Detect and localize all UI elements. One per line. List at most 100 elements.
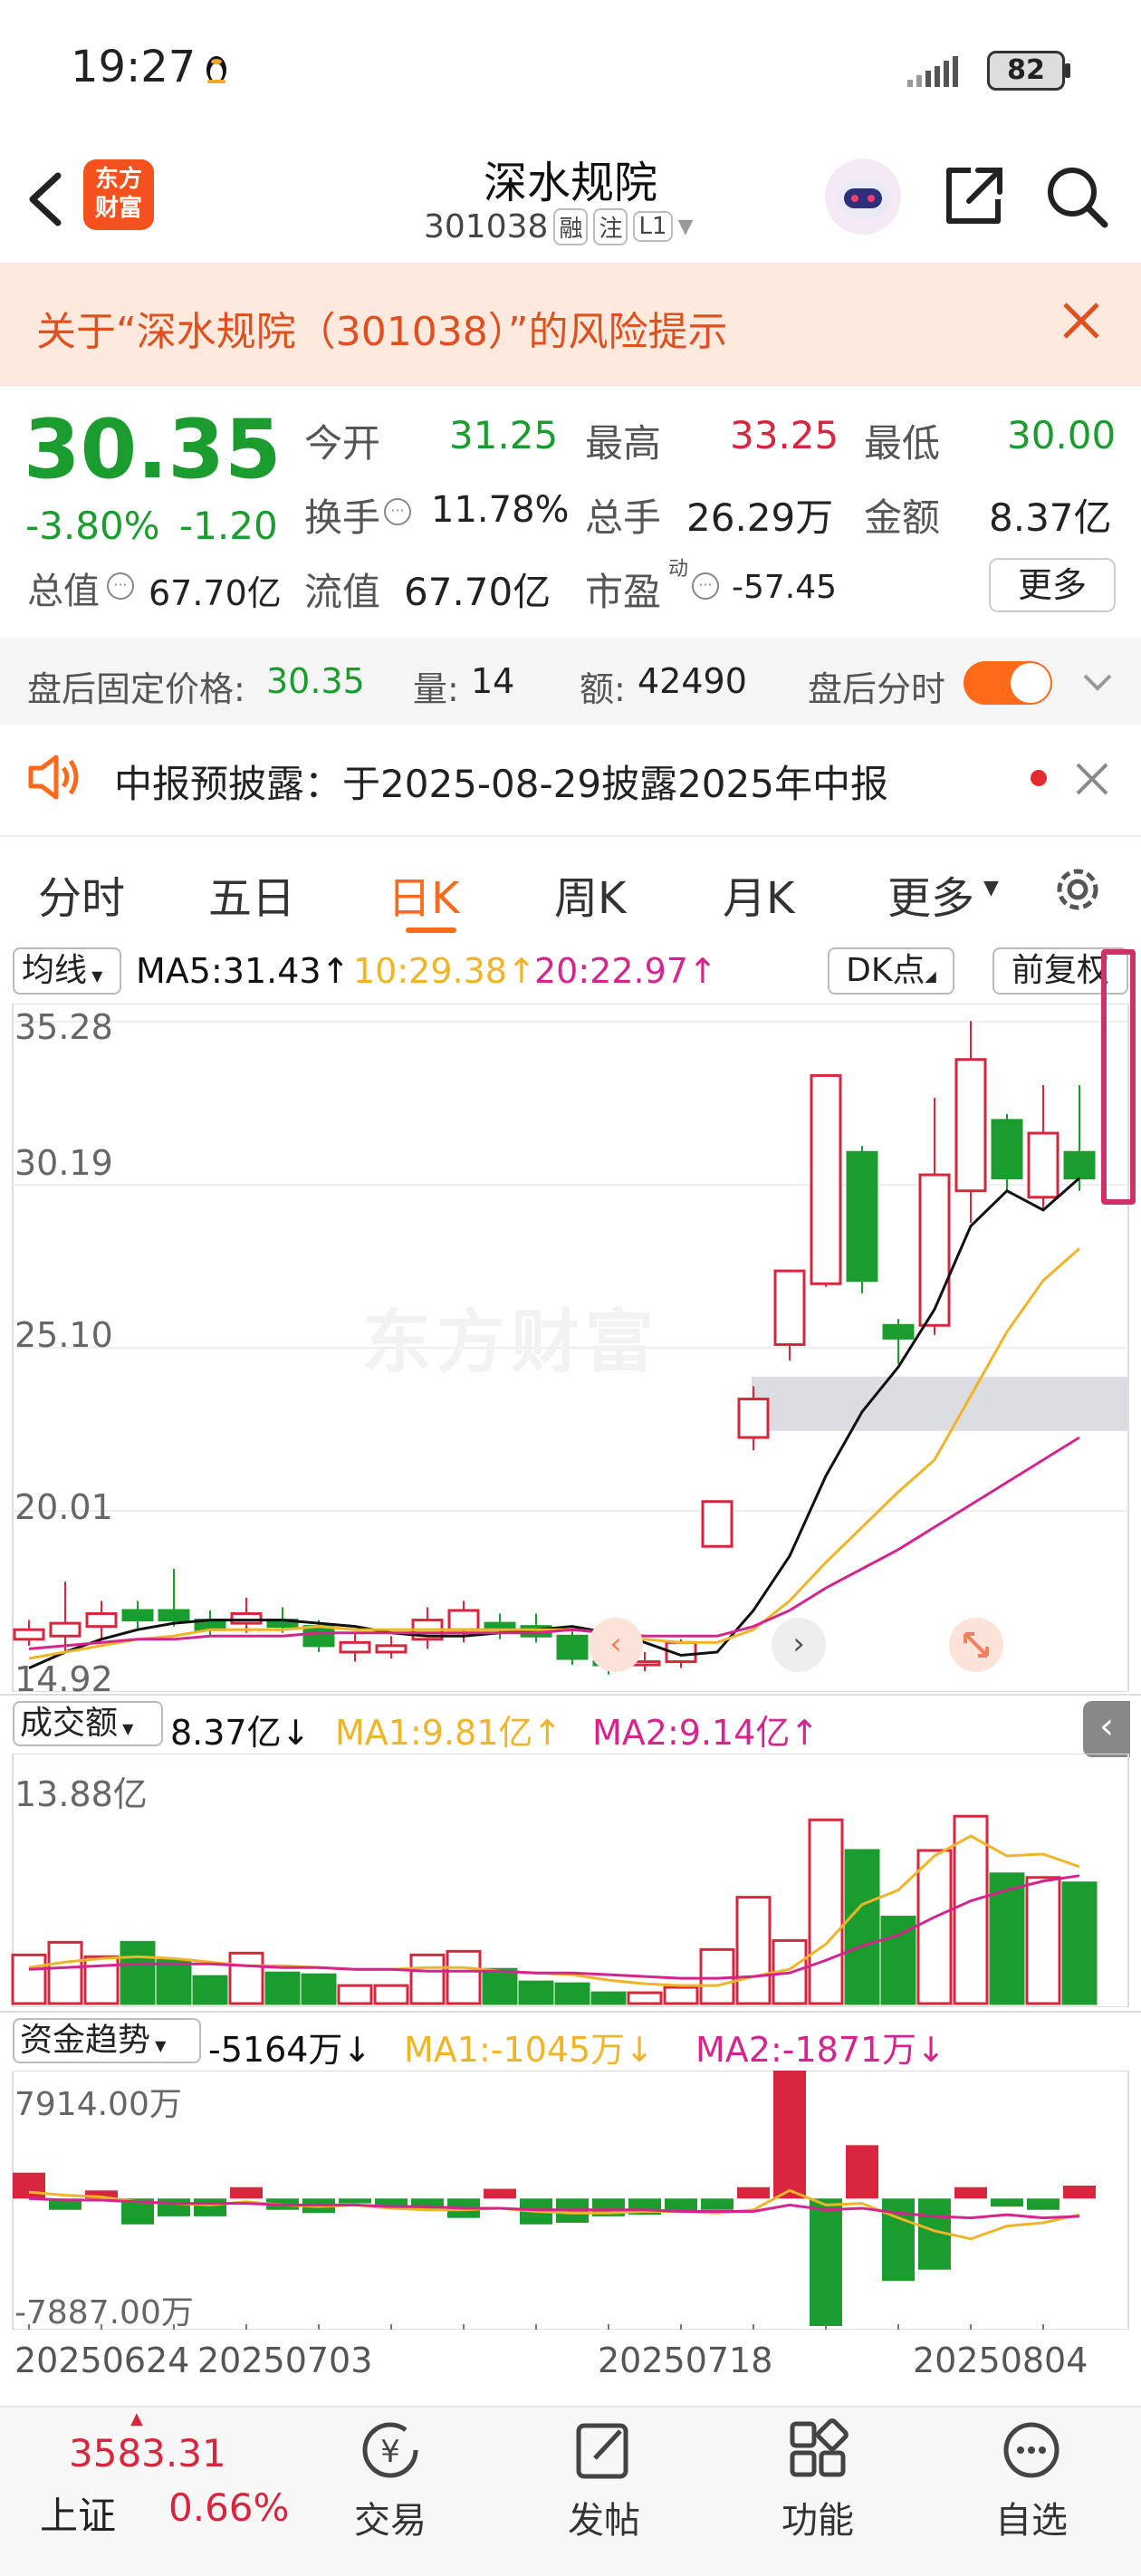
volume-value: 26.29万 [686, 495, 834, 540]
more-dots-icon [1003, 2422, 1060, 2478]
pe-value: -57.45 [732, 569, 838, 606]
expand-icon[interactable] [949, 1618, 1003, 1672]
high-value: 33.25 [730, 413, 839, 457]
chevron-left-icon[interactable]: ‹ [589, 1618, 643, 1672]
speaker-icon [25, 752, 83, 803]
volume-bar [120, 1940, 156, 2005]
notice-bar[interactable]: 中报预披露：于2025-08-29披露2025年中报 [0, 725, 1141, 830]
indicator-select[interactable]: 均线 ▼ [13, 947, 121, 995]
candle [121, 1609, 154, 1622]
index-name[interactable]: 上证 [40, 2485, 116, 2541]
price-axis-3: 25.10 [14, 1315, 113, 1355]
risk-banner[interactable]: 关于“深水规院（301038）”的风险提示 [0, 263, 1141, 386]
volume-bar [953, 1814, 989, 2005]
chevron-down-icon[interactable] [1079, 665, 1116, 701]
volume-value: 8.37亿↓ [170, 1713, 311, 1753]
tab-more[interactable]: 更多 [887, 862, 974, 926]
flow-bar [773, 2071, 806, 2199]
nav-functions-label: 功能 [781, 2500, 854, 2542]
share-icon[interactable] [938, 161, 1007, 230]
nav-watchlist[interactable]: 自选 [964, 2418, 1099, 2563]
price-zone-band [752, 1376, 1128, 1431]
index-pct[interactable]: 0.66% [168, 2485, 289, 2530]
flow-ma1: MA1:-1045万↓ [404, 2030, 655, 2070]
period-tabs: 分时 五日 日K 周K 月K 更多 ▼ [0, 835, 1141, 938]
open-value: 31.25 [449, 413, 559, 457]
volume-bar [156, 1958, 192, 2005]
volume-bar [627, 1991, 663, 2005]
stock-code-row[interactable]: 301038 融 注 L1 ▼ [424, 207, 693, 246]
dropdown-icon: ▼ [150, 2037, 167, 2054]
candle [846, 1150, 878, 1283]
amount-label: 金额 [864, 495, 941, 540]
volume-indicator-select[interactable]: 成交额 ▼ [13, 1701, 163, 1746]
nav-functions[interactable]: 功能 [768, 2418, 868, 2563]
tab-five-day[interactable]: 五日 [208, 862, 295, 926]
candle [810, 1073, 842, 1285]
volume-axis-max: 13.88亿 [14, 1774, 148, 1814]
close-icon[interactable] [1060, 299, 1103, 342]
tab-intraday[interactable]: 分时 [38, 862, 125, 926]
back-icon[interactable] [18, 163, 72, 235]
candle [701, 1500, 734, 1548]
volume-bar [301, 1973, 337, 2005]
tag-watch: 注 [593, 207, 628, 245]
turnover-label: 换手 [304, 495, 381, 540]
nav-trade[interactable]: ¥ 交易 [340, 2418, 440, 2563]
flow-indicator-select[interactable]: 资金趋势 ▼ [13, 2018, 201, 2063]
flow-ma2: MA2:-1871万↓ [695, 2030, 946, 2070]
battery-icon: 82 [987, 51, 1065, 91]
tab-active-underline [406, 928, 456, 933]
dropdown-icon: ▼ [118, 1720, 134, 1737]
flow-bar [737, 2187, 770, 2199]
info-icon[interactable]: ··· [384, 498, 411, 525]
candle [85, 1612, 118, 1629]
collapse-tab-icon[interactable]: ‹ [1083, 1701, 1130, 1757]
chevron-right-icon[interactable]: › [772, 1618, 826, 1672]
after-toggle-label: 盘后分时 [808, 669, 946, 709]
tab-weekly-k[interactable]: 周K [554, 862, 626, 926]
volume-ma2: MA2:9.14亿↑ [592, 1713, 820, 1753]
search-icon[interactable] [1041, 161, 1114, 234]
volume-bar [482, 1967, 518, 2005]
volume-bar [808, 1818, 844, 2005]
candle [954, 1058, 987, 1193]
tab-monthly-k[interactable]: 月K [723, 862, 794, 926]
volume-bar [554, 1982, 590, 2005]
highlight-box [1101, 949, 1136, 1205]
candle [882, 1323, 915, 1340]
info-icon[interactable]: ··· [692, 572, 719, 600]
volume-bar [337, 1984, 373, 2005]
notice-text: 中报预披露：于2025-08-29披露2025年中报 [114, 762, 888, 806]
volume-bar [916, 1849, 953, 2005]
change-pct: -3.80% [25, 504, 160, 548]
candle [339, 1640, 371, 1654]
date-label: 20250703 [197, 2341, 373, 2380]
gear-icon[interactable] [1050, 862, 1105, 917]
volume-bar [735, 1896, 772, 2005]
status-bar: 19:27 82 [0, 0, 1141, 145]
volume-chart[interactable] [0, 1754, 1141, 2007]
close-icon[interactable] [1074, 761, 1110, 797]
mktcap-label: 总值 [27, 571, 100, 612]
info-icon[interactable]: ··· [107, 572, 134, 600]
volume-bar [409, 1953, 446, 2005]
nav-post[interactable]: 发帖 [554, 2418, 654, 2563]
dk-point-button[interactable]: DK点◢ [828, 947, 954, 995]
volume-bar [47, 1940, 83, 2005]
flow-indicator-label: 资金趋势 [20, 2022, 151, 2059]
tab-daily-k[interactable]: 日K [388, 862, 459, 926]
volume-bar [11, 1953, 47, 2005]
turnover-value: 11.78% [431, 489, 570, 531]
flow-bar [339, 2198, 371, 2204]
candle [375, 1644, 408, 1654]
candle [991, 1119, 1023, 1180]
robot-assistant-icon[interactable] [824, 158, 902, 235]
after-hours-toggle[interactable] [964, 661, 1052, 705]
flow-bar [1063, 2185, 1096, 2199]
float-value: 67.70亿 [404, 570, 551, 614]
change-amount: -1.20 [179, 504, 278, 548]
after-qty: 14 [471, 661, 515, 701]
index-value[interactable]: 3583.31 [69, 2431, 226, 2475]
more-button[interactable]: 更多 [989, 558, 1116, 612]
